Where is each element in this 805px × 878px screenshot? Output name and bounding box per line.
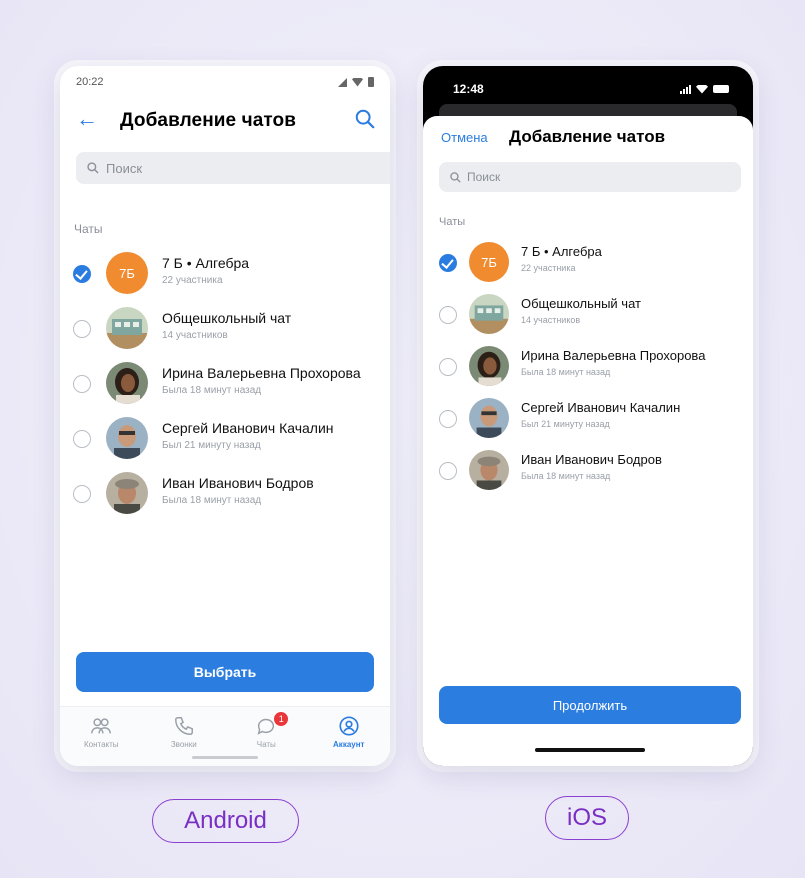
search-input[interactable]: Поиск [439, 162, 741, 192]
avatar [106, 362, 148, 404]
checkbox[interactable] [439, 358, 457, 376]
search-placeholder: Поиск [106, 160, 143, 176]
chat-name: 7 Б • Алгебра [162, 255, 250, 271]
person-photo-icon [469, 450, 509, 490]
section-label: Чаты [439, 216, 466, 228]
checkbox[interactable] [73, 485, 91, 503]
battery-icon [713, 85, 729, 93]
list-item[interactable]: Ирина Валерьевна Прохорова Была 18 минут… [60, 356, 390, 411]
chat-name: Общешкольный чат [162, 310, 292, 326]
chat-subtitle: 22 участника [521, 263, 576, 273]
avatar: 7Б [469, 242, 509, 282]
contacts-icon [91, 718, 112, 734]
search-icon[interactable] [354, 108, 376, 130]
chat-subtitle: Была 18 минут назад [521, 471, 611, 481]
page-title: Добавление чатов [120, 110, 297, 131]
list-item[interactable]: 7Б 7 Б • Алгебра 22 участника [423, 236, 753, 288]
avatar [469, 346, 509, 386]
avatar [469, 398, 509, 438]
person-photo-icon [106, 472, 148, 514]
list-item[interactable]: Иван Иванович Бодров Была 18 минут назад [60, 466, 390, 521]
status-time: 20:22 [76, 76, 104, 88]
list-item[interactable]: Иван Иванович Бодров Была 18 минут назад [423, 444, 753, 496]
chat-list: 7Б 7 Б • Алгебра 22 участника Общешкольн… [60, 246, 390, 521]
android-header: ← Добавление чатов [60, 98, 390, 142]
chat-name: Ирина Валерьевна Прохорова [162, 365, 361, 381]
school-image-icon [106, 307, 148, 349]
account-icon [339, 716, 359, 736]
page-title: Добавление чатов [509, 127, 666, 146]
checkbox[interactable] [73, 320, 91, 338]
android-label: Android [152, 799, 299, 843]
search-placeholder: Поиск [467, 170, 501, 184]
checkbox[interactable] [439, 410, 457, 428]
checkbox[interactable] [73, 375, 91, 393]
chat-subtitle: Была 18 минут назад [162, 385, 262, 396]
tab-account[interactable]: Аккаунт [314, 707, 384, 766]
avatar [469, 450, 509, 490]
list-item[interactable]: Ирина Валерьевна Прохорова Была 18 минут… [423, 340, 753, 392]
chat-subtitle: 22 участника [162, 275, 223, 286]
search-icon [450, 171, 461, 182]
chat-subtitle: Была 18 минут назад [521, 367, 611, 377]
person-photo-icon [106, 362, 148, 404]
checkbox-checked[interactable] [439, 254, 457, 272]
android-phone: 20:22 ← Добавление чатов Поиск Чаты 7Б 7 [60, 66, 390, 766]
avatar [469, 294, 509, 334]
ios-label: iOS [545, 796, 629, 840]
search-icon [87, 162, 99, 174]
avatar [106, 472, 148, 514]
checkbox[interactable] [73, 430, 91, 448]
phone-icon [174, 717, 193, 735]
chat-subtitle: Была 18 минут назад [162, 495, 262, 506]
list-item[interactable]: 7Б 7 Б • Алгебра 22 участника [60, 246, 390, 301]
chat-subtitle: 14 участников [521, 315, 581, 325]
select-button[interactable]: Выбрать [76, 652, 374, 692]
person-photo-icon [106, 417, 148, 459]
ios-phone: 12:48 Отмена Добавление чатов Поиск Чаты [423, 66, 753, 766]
home-indicator [192, 756, 258, 759]
chat-name: 7 Б • Алгебра [521, 244, 602, 259]
chat-list: 7Б 7 Б • Алгебра 22 участника Общешкольн… [423, 236, 753, 496]
battery-icon [368, 77, 374, 87]
chat-name: Общешкольный чат [521, 296, 641, 311]
list-item[interactable]: Сергей Иванович Качалин Был 21 минуту на… [60, 411, 390, 466]
list-item[interactable]: Общешкольный чат 14 участников [423, 288, 753, 340]
school-image-icon [469, 294, 509, 334]
list-item[interactable]: Общешкольный чат 14 участников [60, 301, 390, 356]
section-label: Чаты [74, 222, 103, 236]
avatar [106, 417, 148, 459]
search-input[interactable]: Поиск [76, 152, 390, 184]
chat-name: Сергей Иванович Качалин [162, 420, 334, 436]
person-photo-icon [469, 346, 509, 386]
avatar: 7Б [106, 252, 148, 294]
avatar [106, 307, 148, 349]
list-item[interactable]: Сергей Иванович Качалин Был 21 минуту на… [423, 392, 753, 444]
ios-status-bar: 12:48 [453, 80, 729, 98]
unread-badge: 1 [273, 711, 290, 727]
back-arrow-icon[interactable]: ← [76, 106, 98, 132]
home-indicator [535, 748, 645, 752]
chat-subtitle: Был 21 минуту назад [521, 419, 610, 429]
continue-button[interactable]: Продолжить [439, 686, 741, 724]
checkbox[interactable] [439, 462, 457, 480]
chat-name: Иван Иванович Бодров [521, 452, 662, 467]
person-photo-icon [469, 398, 509, 438]
wifi-icon [696, 84, 708, 94]
modal-sheet: Отмена Добавление чатов Поиск Чаты 7Б 7 … [423, 116, 753, 766]
chat-name: Сергей Иванович Качалин [521, 400, 681, 415]
wifi-icon [352, 77, 363, 87]
cancel-button[interactable]: Отмена [441, 130, 488, 145]
signal-icon [680, 84, 691, 94]
signal-icon [338, 77, 347, 87]
chat-name: Иван Иванович Бодров [162, 475, 314, 491]
status-time: 12:48 [453, 82, 484, 96]
tab-contacts[interactable]: Контакты [66, 707, 136, 766]
chat-subtitle: 14 участников [162, 330, 228, 341]
checkbox[interactable] [439, 306, 457, 324]
checkbox-checked[interactable] [73, 265, 91, 283]
android-status-bar: 20:22 [76, 74, 374, 90]
chat-name: Ирина Валерьевна Прохорова [521, 348, 706, 363]
chat-subtitle: Был 21 минуту назад [162, 440, 261, 451]
